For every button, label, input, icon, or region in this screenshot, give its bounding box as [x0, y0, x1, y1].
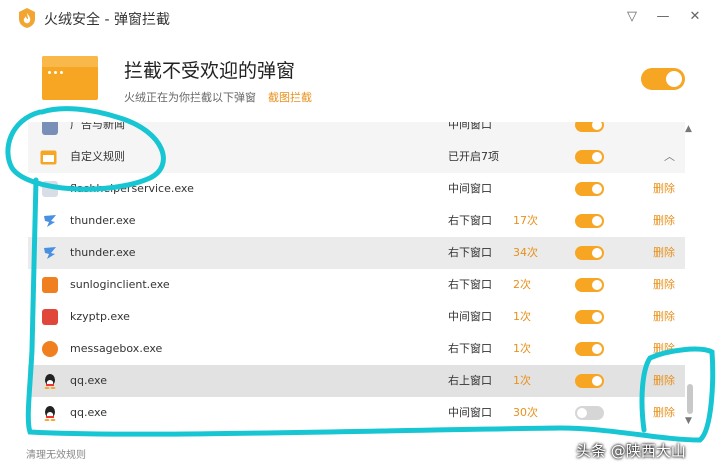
rule-row[interactable]: messagebox.exe 右下窗口 1次 删除	[28, 333, 685, 365]
rule-delete-button[interactable]: 删除	[653, 173, 675, 205]
rule-window-position: 右下窗口	[448, 214, 492, 227]
rule-row[interactable]: qq.exe 中间窗口 30次 删除	[28, 397, 685, 429]
rule-window-position: 右下窗口	[448, 342, 492, 355]
rule-row[interactable]: thunder.exe 右下窗口 17次 删除	[28, 205, 685, 237]
close-icon[interactable]: ✕	[686, 8, 704, 26]
rule-toggle[interactable]	[575, 278, 604, 292]
rule-window-position: 右下窗口	[448, 246, 492, 259]
rule-delete-button[interactable]: 删除	[653, 333, 675, 365]
rule-process-name: flashhelperservice.exe	[70, 182, 194, 195]
sunlogin-icon	[42, 277, 58, 293]
rule-delete-button[interactable]: 删除	[653, 269, 675, 301]
rule-window-position: 中间窗口	[448, 310, 492, 323]
group-row-ads-news[interactable]: 广告与新闻 中间窗口	[28, 122, 685, 141]
watermark-text: 头条 @陕西大山	[576, 442, 686, 460]
rule-block-count: 17次	[513, 214, 538, 227]
rule-toggle[interactable]	[575, 310, 604, 324]
kzyptp-icon	[42, 309, 58, 325]
rule-toggle[interactable]	[575, 214, 604, 228]
rule-toggle[interactable]	[575, 342, 604, 356]
rule-process-name: thunder.exe	[70, 214, 136, 227]
rule-toggle[interactable]	[575, 406, 604, 420]
collapse-chevron-icon[interactable]: ︿	[664, 141, 675, 173]
group-name: 广告与新闻	[70, 122, 125, 131]
rule-block-count: 2次	[513, 278, 531, 291]
custom-rule-icon	[40, 150, 57, 165]
rule-row[interactable]: flashhelperservice.exe 中间窗口 删除	[28, 173, 685, 205]
rule-block-count: 1次	[513, 310, 531, 323]
clear-invalid-rules-link[interactable]: 清理无效规则	[26, 446, 86, 461]
rule-window-position: 中间窗口	[448, 406, 492, 419]
rule-delete-button[interactable]: 删除	[653, 205, 675, 237]
messagebox-icon	[42, 341, 58, 357]
scroll-down-icon[interactable]: ▼	[685, 416, 692, 426]
rule-row[interactable]: thunder.exe 右下窗口 34次 删除	[28, 237, 685, 269]
minimize-icon[interactable]: —	[654, 8, 672, 26]
huorong-logo-icon	[19, 8, 35, 28]
rule-process-name: qq.exe	[70, 406, 107, 419]
window-title: 火绒安全 - 弹窗拦截	[44, 12, 170, 28]
rule-toggle[interactable]	[575, 374, 604, 388]
popup-block-header: 拦截不受欢迎的弹窗 火绒正在为你拦截以下弹窗 截图拦截	[0, 36, 720, 122]
rule-delete-button[interactable]: 删除	[653, 365, 675, 397]
rule-row[interactable]: sunloginclient.exe 右下窗口 2次 删除	[28, 269, 685, 301]
group-toggle[interactable]	[575, 122, 604, 132]
rules-list: 广告与新闻 中间窗口 自定义规则 已开启7项 ︿ flashhelperserv…	[28, 122, 685, 429]
flash-helper-icon	[42, 181, 58, 197]
group-position: 中间窗口	[448, 122, 492, 131]
qq-icon	[44, 374, 56, 389]
rule-window-position: 中间窗口	[448, 182, 492, 195]
rule-delete-button[interactable]: 删除	[653, 397, 675, 429]
popup-window-icon	[42, 56, 98, 100]
rule-block-count: 1次	[513, 374, 531, 387]
rule-window-position: 右上窗口	[448, 374, 492, 387]
master-popup-block-toggle[interactable]	[641, 68, 685, 90]
rule-delete-button[interactable]: 删除	[653, 237, 675, 269]
rule-process-name: sunloginclient.exe	[70, 278, 170, 291]
rule-process-name: qq.exe	[70, 374, 107, 387]
rule-process-name: messagebox.exe	[70, 342, 163, 355]
page-subtitle: 火绒正在为你拦截以下弹窗	[124, 91, 256, 104]
rule-block-count: 34次	[513, 246, 538, 259]
rule-window-position: 右下窗口	[448, 278, 492, 291]
rule-row[interactable]: kzyptp.exe 中间窗口 1次 删除	[28, 301, 685, 333]
screenshot-block-link[interactable]: 截图拦截	[268, 89, 312, 105]
group-row-custom-rules[interactable]: 自定义规则 已开启7项 ︿	[28, 141, 685, 173]
page-title: 拦截不受欢迎的弹窗	[124, 60, 296, 82]
group-name: 自定义规则	[70, 150, 125, 163]
scroll-thumb[interactable]	[687, 384, 693, 414]
rule-toggle[interactable]	[575, 246, 604, 260]
menu-dropdown-icon[interactable]: ▽	[623, 8, 641, 26]
rule-block-count: 30次	[513, 406, 538, 419]
qq-icon	[44, 406, 56, 421]
group-toggle[interactable]	[575, 150, 604, 164]
thunder-icon	[44, 247, 56, 259]
list-scrollbar[interactable]: ▲ ▼	[685, 122, 695, 429]
rule-delete-button[interactable]: 删除	[653, 301, 675, 333]
group-status: 已开启7项	[448, 150, 499, 163]
title-bar: 火绒安全 - 弹窗拦截 ▽ — ✕	[0, 0, 720, 36]
news-icon	[42, 122, 58, 135]
rule-process-name: thunder.exe	[70, 246, 136, 259]
rule-toggle[interactable]	[575, 182, 604, 196]
thunder-icon	[44, 215, 56, 227]
rule-block-count: 1次	[513, 342, 531, 355]
scroll-up-icon[interactable]: ▲	[685, 124, 692, 134]
rule-process-name: kzyptp.exe	[70, 310, 130, 323]
rule-row[interactable]: qq.exe 右上窗口 1次 删除	[28, 365, 685, 397]
